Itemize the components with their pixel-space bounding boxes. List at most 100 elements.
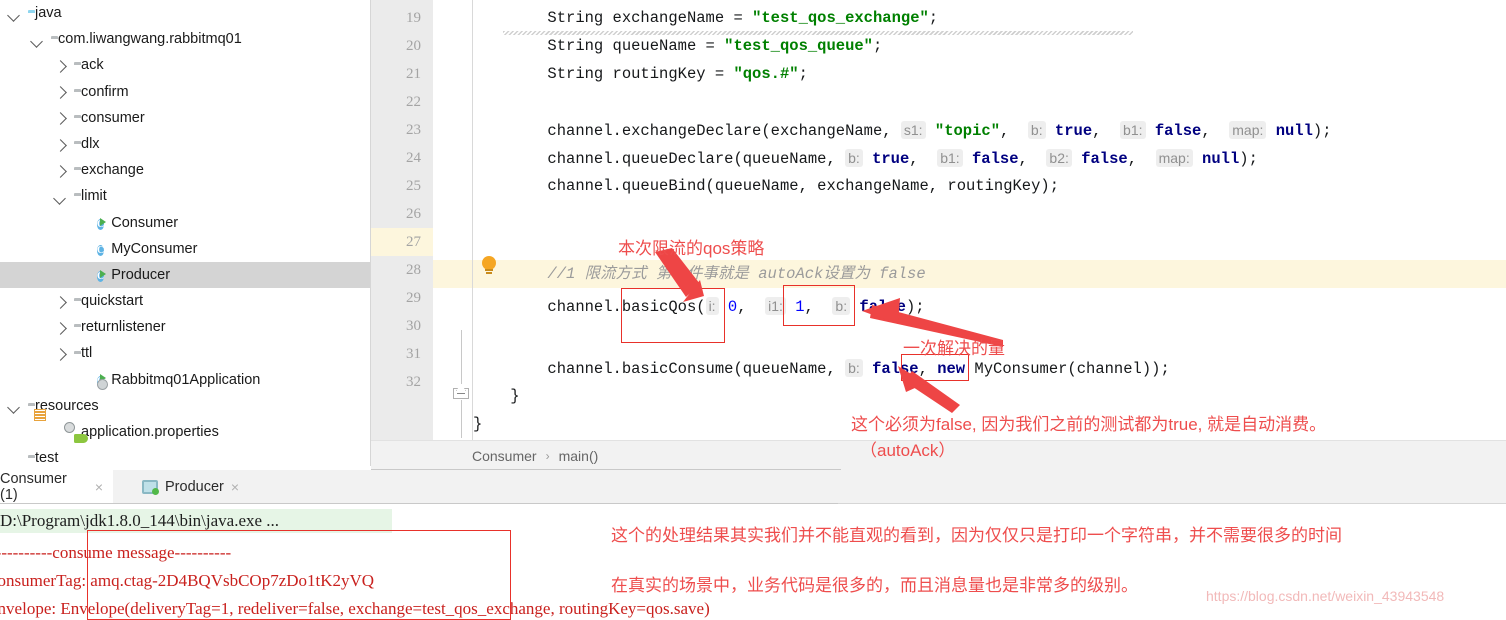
annotation-must-false: 这个必须为false, 因为我们之前的测试都为true, 就是自动消费。 <box>851 415 1327 434</box>
java-class-icon: C <box>97 244 105 256</box>
annotation-box-basicqos <box>621 288 725 343</box>
code-line-31: } <box>510 387 520 405</box>
chevron-right-icon[interactable] <box>54 321 67 334</box>
tree-item-limit[interactable]: limit <box>0 183 371 209</box>
tree-item-consumer[interactable]: consumer <box>0 105 371 131</box>
tree-item-label: application.properties <box>81 424 219 440</box>
tree-item-java[interactable]: java <box>0 0 371 26</box>
line-number-28: 28 <box>406 262 421 278</box>
tree-item-label: MyConsumer <box>111 240 198 257</box>
line-number-31: 31 <box>406 346 421 362</box>
breadcrumb-class[interactable]: Consumer <box>472 448 537 464</box>
tree-item-label: ttl <box>81 345 93 362</box>
code-line-19: String exchangeName = "test_qos_exchange… <box>547 9 939 27</box>
code-fold-marker-icon[interactable] <box>453 384 469 400</box>
annotation-qos-policy: 本次限流的qos策略 <box>618 239 765 258</box>
annotation-batch-amount: 一次解决的量 <box>903 339 1005 358</box>
chevron-right-icon[interactable] <box>54 347 67 360</box>
code-line-27-comment: //1 限流方式 第一件事就是 autoAck设置为 false <box>547 265 926 283</box>
code-line-24: channel.queueDeclare(queueName, b: true,… <box>547 149 1258 168</box>
run-tool-tab-bar[interactable]: Consumer (1) × Producer × <box>0 470 1506 504</box>
tree-item-myconsumer[interactable]: C MyConsumer <box>0 236 371 262</box>
tree-item-label: limit <box>81 188 107 205</box>
code-line-21: String routingKey = "qos.#"; <box>547 65 808 83</box>
tree-item-dlx[interactable]: dlx <box>0 131 371 157</box>
tree-item-ack[interactable]: ack <box>0 52 371 78</box>
code-fold-line-lower <box>461 400 462 438</box>
java-class-runnable-icon: C <box>97 270 105 282</box>
code-line-23: channel.exchangeDeclare(exchangeName, s1… <box>547 121 1332 140</box>
no-arrow-spacer <box>77 268 90 281</box>
java-class-runnable-icon: C <box>97 218 105 230</box>
line-number-25: 25 <box>406 178 421 194</box>
line-number-32: 32 <box>406 374 421 390</box>
tree-item-resources[interactable]: resources <box>0 393 371 419</box>
breadcrumb-method[interactable]: main() <box>559 448 599 464</box>
annotation-auto-ack: （autoAck） <box>860 441 956 460</box>
code-text[interactable]: String exchangeName = "test_qos_exchange… <box>473 0 1506 440</box>
tab-producer-close-icon[interactable]: × <box>231 479 239 495</box>
chevron-right-icon[interactable] <box>54 164 67 177</box>
line-number-27: 27 <box>371 228 433 256</box>
code-line-30: channel.basicConsume(queueName, b: false… <box>547 359 1170 378</box>
tree-item-label: confirm <box>81 83 129 100</box>
chevron-right-icon[interactable] <box>54 138 67 151</box>
spring-boot-class-icon: C <box>97 375 105 387</box>
breadcrumb-separator-icon: › <box>545 448 550 463</box>
tree-item-label: ack <box>81 57 104 74</box>
code-line-20: String queueName = "test_qos_queue"; <box>547 37 883 55</box>
tab-consumer-label: Consumer (1) <box>0 471 67 503</box>
tree-item-com-liwangwang-rabbitmq01[interactable]: com.liwangwang.rabbitmq01 <box>0 26 371 52</box>
tab-producer-label: Producer <box>165 479 224 495</box>
tree-item-producer[interactable]: C Producer <box>0 261 371 289</box>
tab-producer[interactable]: Producer × <box>132 470 249 504</box>
no-arrow-spacer <box>77 216 90 229</box>
tree-item-consumer[interactable]: C Consumer <box>0 210 371 236</box>
tree-item-label: test <box>35 450 59 466</box>
tree-item-exchange[interactable]: exchange <box>0 157 371 183</box>
tree-item-application-properties[interactable]: application.properties <box>0 419 371 445</box>
tab-consumer[interactable]: Consumer (1) × <box>0 470 113 504</box>
line-number-26: 26 <box>406 206 421 222</box>
chevron-right-icon[interactable] <box>54 111 67 124</box>
chevron-right-icon[interactable] <box>54 85 67 98</box>
project-tree-panel[interactable]: java com.liwangwang.rabbitmq01 ack confirm c… <box>0 0 371 466</box>
chevron-down-icon[interactable] <box>31 33 44 46</box>
line-number-23: 23 <box>406 122 421 138</box>
tree-item-returnlistener[interactable]: returnlistener <box>0 314 371 340</box>
run-config-icon <box>142 480 159 495</box>
line-number-19: 19 <box>406 10 421 26</box>
line-number-29: 29 <box>406 290 421 306</box>
tree-item-quickstart[interactable]: quickstart <box>0 288 371 314</box>
tab-consumer-close-icon[interactable]: × <box>95 479 103 495</box>
chevron-down-icon[interactable] <box>54 190 67 203</box>
tree-item-label: Rabbitmq01Application <box>111 371 261 388</box>
tree-item-rabbitmq01application[interactable]: C Rabbitmq01Application <box>0 367 371 393</box>
chevron-down-icon[interactable] <box>8 399 21 412</box>
tree-item-label: com.liwangwang.rabbitmq01 <box>58 31 242 48</box>
line-number-21: 21 <box>406 66 421 82</box>
editor-gutter[interactable]: 19 20 21 22 23 24 25 26 27 28 29 30 31 32 <box>371 0 433 440</box>
watermark: https://blog.csdn.net/weixin_43943548 <box>1206 588 1445 604</box>
code-line-32: } <box>473 415 483 433</box>
annotation-note-1: 这个的处理结果其实我们并不能直观的看到，因为仅仅只是打印一个字符串，并不需要很多… <box>611 526 1342 545</box>
tree-item-label: java <box>35 5 62 21</box>
no-arrow-spacer <box>77 242 90 255</box>
line-number-24: 24 <box>406 150 421 166</box>
tree-item-label: dlx <box>81 135 100 152</box>
tree-item-label: exchange <box>81 162 144 179</box>
tree-item-ttl[interactable]: ttl <box>0 340 371 366</box>
no-arrow-spacer <box>8 452 21 465</box>
tree-item-label: Producer <box>111 266 171 283</box>
chevron-right-icon[interactable] <box>54 59 67 72</box>
tree-item-label: quickstart <box>81 293 144 310</box>
tree-item-confirm[interactable]: confirm <box>0 79 371 105</box>
tree-item-test[interactable]: test <box>0 445 371 466</box>
no-arrow-spacer <box>77 373 90 386</box>
code-fold-line <box>461 330 462 384</box>
annotation-box-console <box>87 530 511 620</box>
line-number-30: 30 <box>406 318 421 334</box>
chevron-down-icon[interactable] <box>8 7 21 20</box>
chevron-right-icon[interactable] <box>54 295 67 308</box>
tree-item-label: Consumer <box>111 214 179 231</box>
